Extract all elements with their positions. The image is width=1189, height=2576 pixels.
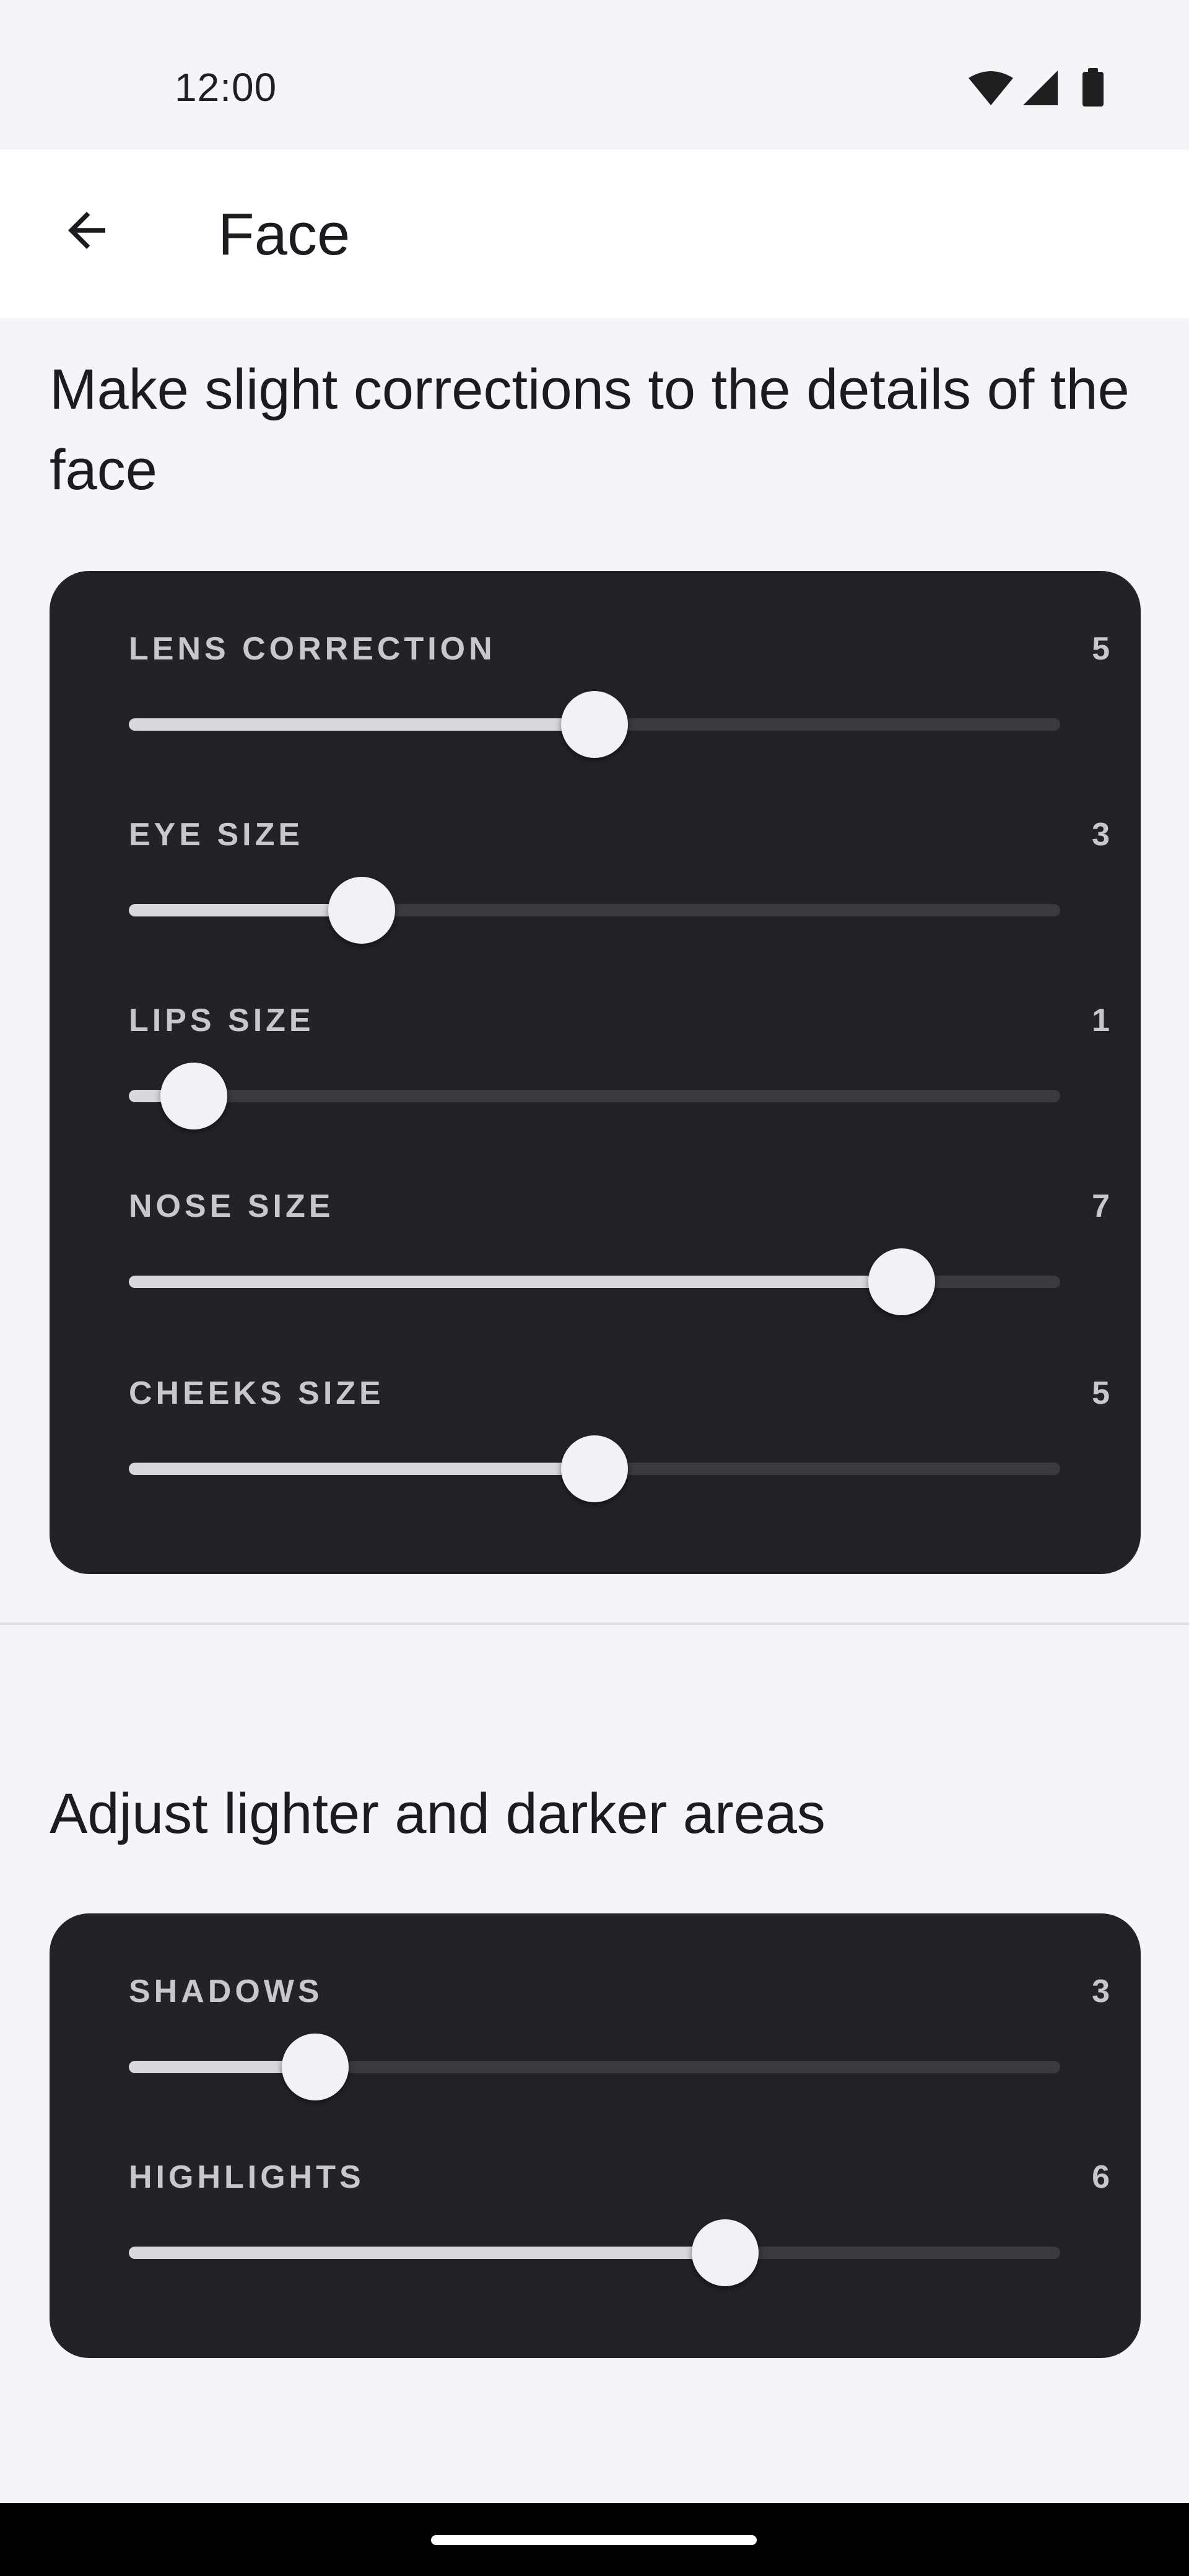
slider-lips-size: LIPS SIZE 1: [129, 1002, 1110, 1163]
section-divider: [0, 1622, 1189, 1625]
slider-thumb[interactable]: [160, 1063, 228, 1129]
slider-value: 5: [1092, 631, 1110, 667]
section-heading-face-corrections: Make slight corrections to the details o…: [50, 358, 1130, 502]
slider-value: 5: [1092, 1375, 1110, 1411]
status-icons: [966, 67, 1108, 111]
slider-label: LIPS SIZE: [129, 1003, 315, 1038]
slider-active-track: [129, 2247, 725, 2259]
slider-track[interactable]: [129, 2034, 1060, 2100]
slider-active-track: [129, 1463, 594, 1475]
arrow-left-icon: [68, 212, 105, 249]
slider-track[interactable]: [129, 2219, 1060, 2286]
top-app-bar: Face: [0, 150, 1189, 318]
slider-value: 7: [1092, 1188, 1110, 1224]
slider-thumb[interactable]: [281, 2034, 349, 2100]
slider-shadows: SHADOWS 3: [129, 1973, 1110, 2134]
slider-thumb[interactable]: [328, 877, 395, 944]
slider-value: 1: [1092, 1003, 1110, 1038]
slider-cheeks-size: CHEEKS SIZE 5: [129, 1375, 1110, 1536]
back-button[interactable]: [43, 187, 130, 274]
light-dark-areas-card: SHADOWS 3 HIGHLIGHTS 6: [50, 1913, 1141, 2358]
slider-track[interactable]: [129, 691, 1060, 758]
slider-track[interactable]: [129, 1435, 1060, 1502]
slider-track[interactable]: [129, 1063, 1060, 1129]
wifi-icon: [969, 71, 1013, 105]
battery-icon: [1082, 68, 1104, 107]
slider-nose-size: NOSE SIZE 7: [129, 1188, 1110, 1349]
slider-value: 6: [1092, 2159, 1110, 2195]
slider-label: NOSE SIZE: [129, 1188, 334, 1224]
page-title: Face: [218, 201, 351, 268]
slider-active-track: [129, 718, 594, 731]
status-bar: 12:00: [0, 0, 1189, 150]
slider-active-track: [129, 1276, 902, 1288]
slider-track[interactable]: [129, 877, 1060, 944]
slider-label: EYE SIZE: [129, 817, 304, 853]
section-heading-light-dark-areas: Adjust lighter and darker areas: [50, 1782, 825, 1845]
cellular-signal-icon: [1023, 71, 1058, 105]
slider-label: CHEEKS SIZE: [129, 1375, 385, 1411]
slider-active-track: [129, 904, 362, 916]
slider-label: SHADOWS: [129, 1973, 323, 2009]
face-settings-screen: 12:00 Face Make slight corrections to th…: [0, 0, 1189, 2576]
slider-value: 3: [1092, 817, 1110, 853]
slider-label: HIGHLIGHTS: [129, 2159, 365, 2195]
slider-thumb[interactable]: [561, 691, 628, 758]
status-time: 12:00: [175, 65, 277, 110]
slider-lens-correction: LENS CORRECTION 5: [129, 630, 1110, 791]
slider-value: 3: [1092, 1973, 1110, 2009]
slider-track[interactable]: [129, 1248, 1060, 1315]
slider-thumb[interactable]: [691, 2219, 759, 2286]
face-corrections-card: LENS CORRECTION 5 EYE SIZE 3 LIPS SIZE 1: [50, 571, 1141, 1574]
home-gesture-handle[interactable]: [431, 2535, 757, 2545]
slider-eye-size: EYE SIZE 3: [129, 816, 1110, 977]
slider-thumb[interactable]: [561, 1435, 628, 1502]
slider-thumb[interactable]: [868, 1248, 936, 1315]
system-navigation-bar: [0, 2503, 1189, 2576]
slider-highlights: HIGHLIGHTS 6: [129, 2159, 1110, 2320]
slider-label: LENS CORRECTION: [129, 631, 496, 667]
